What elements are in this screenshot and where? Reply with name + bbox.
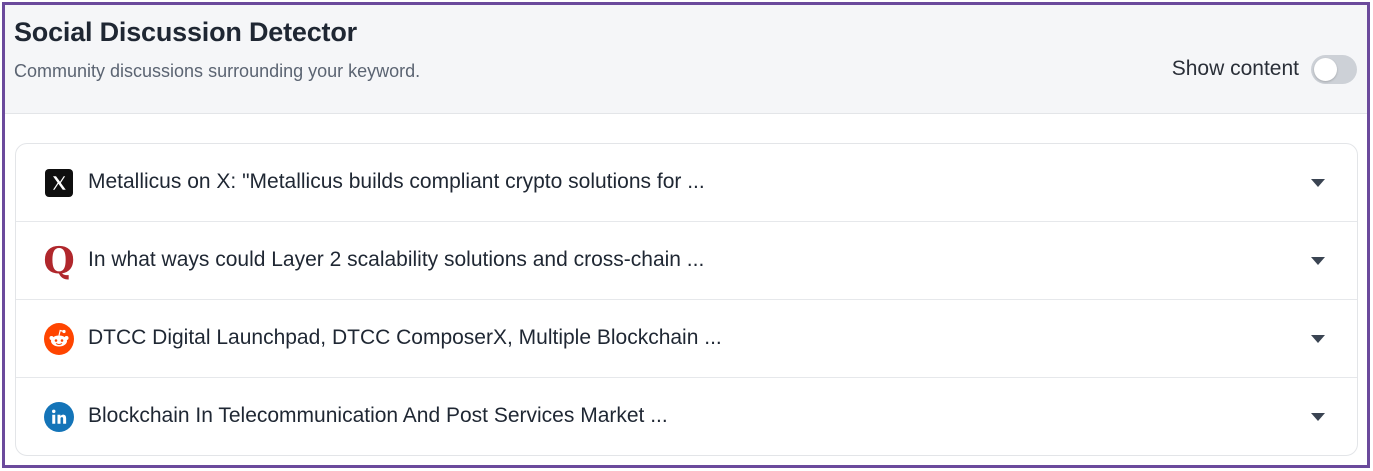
discussion-title: DTCC Digital Launchpad, DTCC ComposerX, … [88, 326, 722, 349]
discussion-row[interactable]: Metallicus on X: "Metallicus builds comp… [16, 144, 1357, 222]
discussion-title: In what ways could Layer 2 scalability s… [88, 248, 705, 271]
show-content-control: Show content [1172, 53, 1357, 85]
chevron-down-icon[interactable] [1311, 410, 1325, 424]
linkedin-icon [44, 402, 74, 432]
reddit-icon [44, 323, 74, 355]
toggle-knob [1314, 57, 1337, 81]
show-content-label: Show content [1171, 57, 1299, 80]
widget-frame: Social Discussion Detector Community dis… [2, 2, 1370, 468]
show-content-toggle[interactable] [1311, 54, 1357, 84]
discussion-title: Metallicus on X: "Metallicus builds comp… [88, 170, 705, 193]
chevron-down-icon[interactable] [1311, 254, 1325, 268]
discussion-row[interactable]: Q In what ways could Layer 2 scalability… [16, 222, 1357, 300]
widget-title: Social Discussion Detector [14, 17, 357, 47]
discussion-title: Blockchain In Telecommunication And Post… [88, 404, 668, 427]
discussion-list: Metallicus on X: "Metallicus builds comp… [15, 143, 1358, 456]
chevron-down-icon[interactable] [1311, 176, 1325, 190]
widget-header: Social Discussion Detector Community dis… [5, 5, 1367, 114]
chevron-down-icon[interactable] [1311, 332, 1325, 346]
widget-subtitle: Community discussions surrounding your k… [14, 61, 421, 81]
discussion-row[interactable]: Blockchain In Telecommunication And Post… [16, 378, 1357, 455]
x-icon [44, 168, 74, 198]
quora-icon: Q [43, 240, 75, 282]
discussion-row[interactable]: DTCC Digital Launchpad, DTCC ComposerX, … [16, 300, 1357, 378]
